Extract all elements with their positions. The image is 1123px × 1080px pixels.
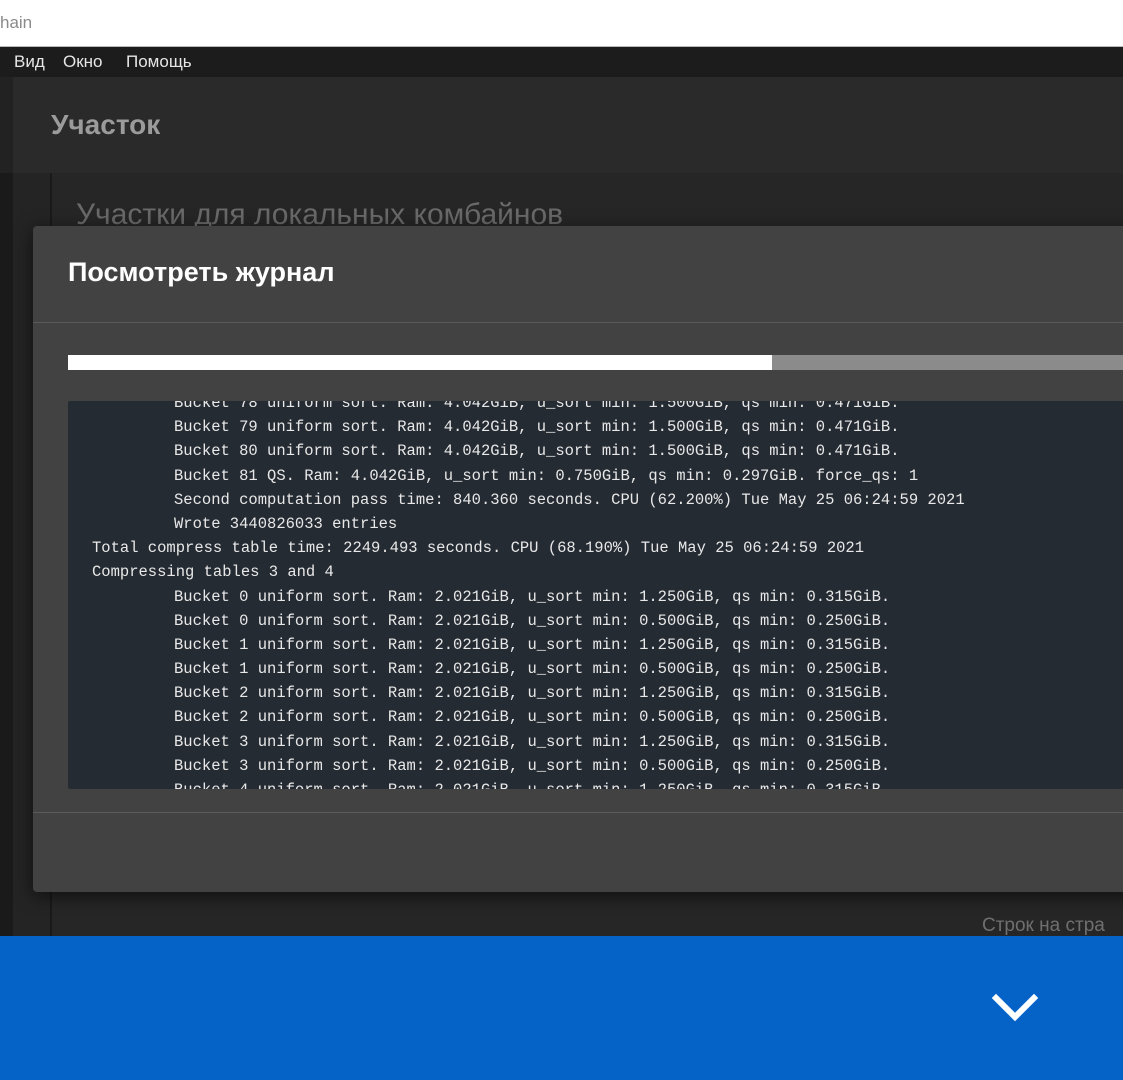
bottom-bar: [0, 936, 1123, 1080]
menu-item-help[interactable]: Помощь: [126, 52, 192, 72]
log-line: Bucket 0 uniform sort. Ram: 2.021GiB, u_…: [174, 611, 891, 630]
log-line: Bucket 4 uniform sort. Ram: 2.021GiB, u_…: [68, 778, 1123, 789]
log-line: Bucket 2 uniform sort. Ram: 2.021GiB, u_…: [174, 684, 891, 703]
log-line: Compressing tables 3 and 4: [92, 563, 334, 582]
window-title: hain: [0, 13, 33, 32]
window-titlebar: hain: [0, 0, 1123, 47]
view-log-dialog: Посмотреть журнал Bucket 78 uniform sort…: [33, 226, 1123, 892]
log-line: Bucket 1 uniform sort. Ram: 2.021GiB, u_…: [174, 660, 891, 679]
progress-bar: [68, 355, 1123, 370]
log-line: Bucket 3 uniform sort. Ram: 2.021GiB, u_…: [174, 732, 891, 751]
log-line: Bucket 2 uniform sort. Ram: 2.021GiB, u_…: [174, 708, 891, 727]
dialog-divider-bottom: [33, 812, 1123, 813]
rows-per-page-label: Строк на стра: [982, 915, 1105, 936]
log-line: Wrote 3440826033 entries: [174, 514, 398, 533]
log-line: Bucket 3 uniform sort. Ram: 2.021GiB, u_…: [174, 756, 891, 775]
log-line: Bucket 78 uniform sort. Ram: 4.042GiB, u…: [174, 401, 900, 412]
app-header: Участок: [0, 77, 1123, 173]
log-line: Total compress table time: 2249.493 seco…: [92, 539, 865, 558]
log-line: Bucket 0 uniform sort. Ram: 2.021GiB, u_…: [174, 587, 891, 606]
dialog-title: Посмотреть журнал: [68, 257, 335, 287]
log-line: Bucket 1 uniform sort. Ram: 2.021GiB, u_…: [174, 635, 891, 654]
menu-bar: Вид Окно Помощь: [0, 47, 1123, 77]
chevron-down-icon[interactable]: [990, 990, 1040, 1026]
sidebar-strip: [0, 77, 13, 173]
menu-item-view[interactable]: Вид: [14, 52, 45, 72]
progress-bar-fill: [68, 355, 773, 370]
menu-item-window[interactable]: Окно: [63, 52, 103, 72]
log-line: Bucket 79 uniform sort. Ram: 4.042GiB, u…: [174, 418, 900, 437]
dialog-divider-top: [33, 322, 1123, 323]
log-line: Bucket 80 uniform sort. Ram: 4.042GiB, u…: [174, 442, 900, 461]
log-line: Bucket 81 QS. Ram: 4.042GiB, u_sort min:…: [174, 466, 919, 485]
page-title: Участок: [51, 109, 161, 140]
log-panel[interactable]: Bucket 78 uniform sort. Ram: 4.042GiB, u…: [68, 401, 1123, 789]
log-line: Second computation pass time: 840.360 se…: [174, 490, 965, 509]
log-lines: Bucket 78 uniform sort. Ram: 4.042GiB, u…: [68, 401, 1123, 789]
